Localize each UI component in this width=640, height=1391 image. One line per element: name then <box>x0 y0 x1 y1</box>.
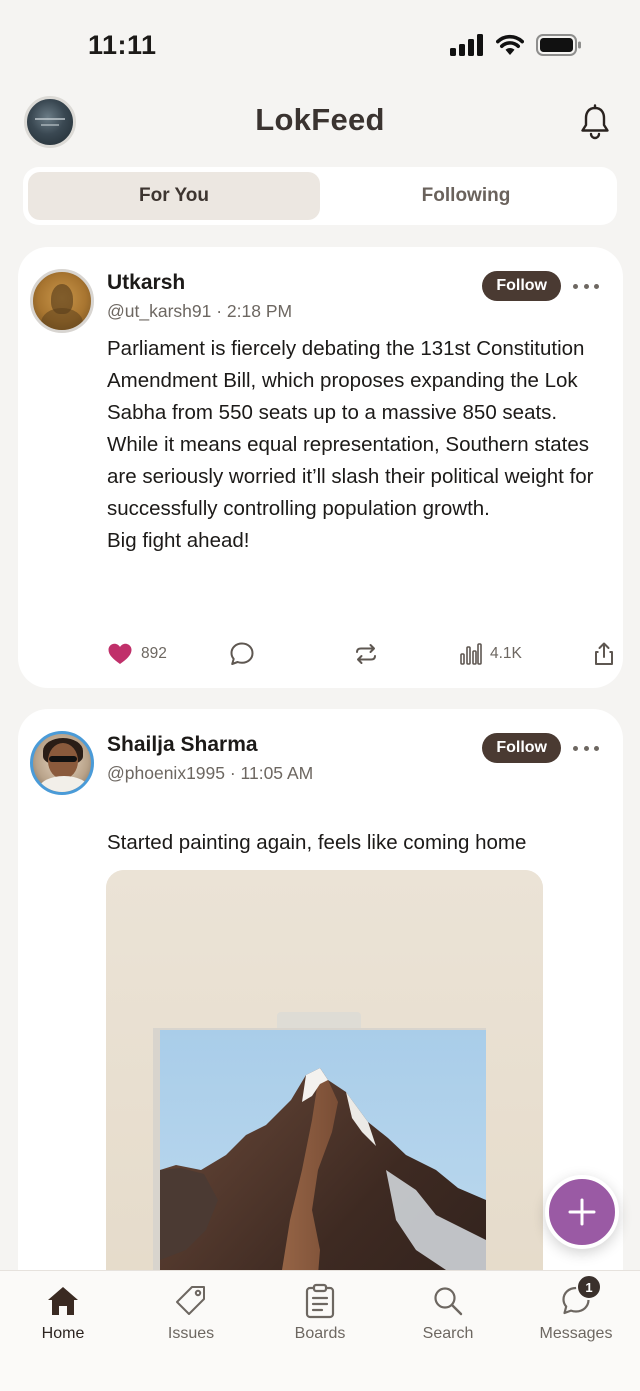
plus-icon <box>568 1198 596 1226</box>
chat-bubble-icon: 1 <box>556 1274 602 1321</box>
post-actions: 892 4.1K <box>107 639 613 669</box>
status-time: 11:11 <box>88 30 157 60</box>
battery-icon <box>536 34 581 56</box>
more-options-icon[interactable] <box>573 737 599 759</box>
avatar[interactable] <box>30 269 94 333</box>
like-count: 892 <box>141 645 167 662</box>
nav-label: Boards <box>294 1325 346 1342</box>
status-icons <box>450 34 582 56</box>
avatar[interactable] <box>30 731 94 795</box>
home-icon <box>43 1281 83 1321</box>
view-count: 4.1K <box>490 645 522 662</box>
like-button[interactable]: 892 <box>107 639 167 669</box>
wifi-icon <box>496 34 524 55</box>
nav-label: Messages <box>539 1325 613 1342</box>
nav-messages[interactable]: 1 Messages <box>521 1274 631 1343</box>
share-button[interactable] <box>592 639 616 669</box>
notifications-bell-icon[interactable] <box>578 104 612 140</box>
tab-for-you[interactable]: For You <box>28 172 320 220</box>
more-options-icon[interactable] <box>573 275 599 297</box>
author-name[interactable]: Utkarsh <box>107 271 185 295</box>
author-name[interactable]: Shailja Sharma <box>107 733 258 757</box>
follow-button[interactable]: Follow <box>482 733 561 763</box>
post-text: Parliament is fiercely debating the 131s… <box>107 337 594 552</box>
comment-button[interactable] <box>229 639 255 669</box>
nav-search[interactable]: Search <box>393 1281 503 1343</box>
author-handle-time: @ut_karsh91 · 2:18 PM <box>107 301 293 321</box>
post-card[interactable]: Utkarsh @ut_karsh91 · 2:18 PM Follow Par… <box>18 247 623 688</box>
repost-button[interactable] <box>353 639 379 669</box>
author-handle-time: @phoenix1995 · 11:05 AM <box>107 763 314 783</box>
nav-issues[interactable]: Issues <box>136 1281 246 1343</box>
header: LokFeed <box>0 92 640 158</box>
share-icon <box>595 642 613 665</box>
search-icon <box>428 1281 468 1321</box>
bar-chart-icon <box>460 643 482 665</box>
messages-badge: 1 <box>576 1274 602 1300</box>
status-bar: 11:11 <box>0 0 640 92</box>
screen: 11:11 LokFeed For You Following Utkarsh … <box>0 0 640 1391</box>
post-text-body: Started painting again, feels like comin… <box>107 831 527 854</box>
nav-label: Search <box>422 1325 474 1342</box>
heart-icon <box>108 643 132 664</box>
nav-boards[interactable]: Boards <box>265 1281 375 1343</box>
app-title: LokFeed <box>255 102 385 137</box>
feed-tabs: For You Following <box>23 167 617 225</box>
views-button[interactable]: 4.1K <box>460 639 522 669</box>
clipboard-icon <box>300 1281 340 1321</box>
compose-button[interactable] <box>545 1175 619 1249</box>
bottom-nav: Home Issues Boards Search 1 Messages <box>0 1270 640 1391</box>
signal-icon <box>450 34 483 56</box>
tab-following[interactable]: Following <box>320 172 612 220</box>
repost-icon <box>356 644 376 664</box>
comment-icon <box>230 642 254 665</box>
follow-button[interactable]: Follow <box>482 271 561 301</box>
tag-icon <box>171 1281 211 1321</box>
nav-label: Issues <box>167 1325 215 1342</box>
nav-label: Home <box>41 1325 85 1342</box>
nav-home[interactable]: Home <box>8 1281 118 1343</box>
